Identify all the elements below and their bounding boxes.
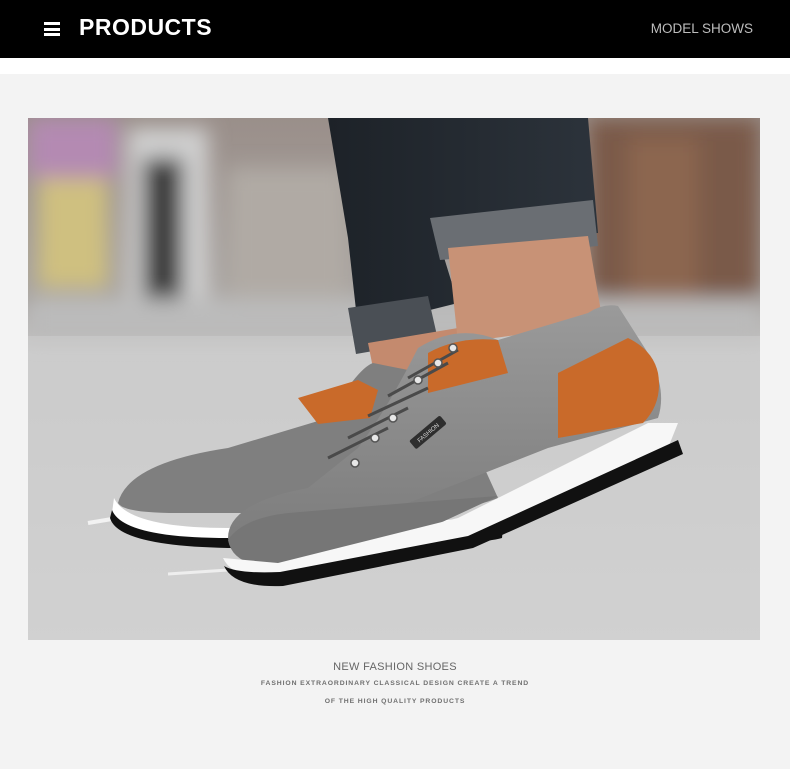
header-divider-strip [0,58,790,74]
top-header-bar: PRODUCTS MODEL SHOWS [0,0,790,58]
product-photo: FASHION [28,118,760,640]
headline-caption: NEW FASHION SHOES [333,661,457,673]
hamburger-menu-icon[interactable] [44,22,60,36]
tagline-line-1: FASHION EXTRAORDINARY CLASSICAL DESIGN C… [260,680,530,687]
model-shows-link[interactable]: MODEL SHOWS [651,21,753,36]
tagline-line-2: OF THE HIGH QUALITY PRODUCTS [324,698,466,705]
page-title: PRODUCTS [79,14,213,40]
